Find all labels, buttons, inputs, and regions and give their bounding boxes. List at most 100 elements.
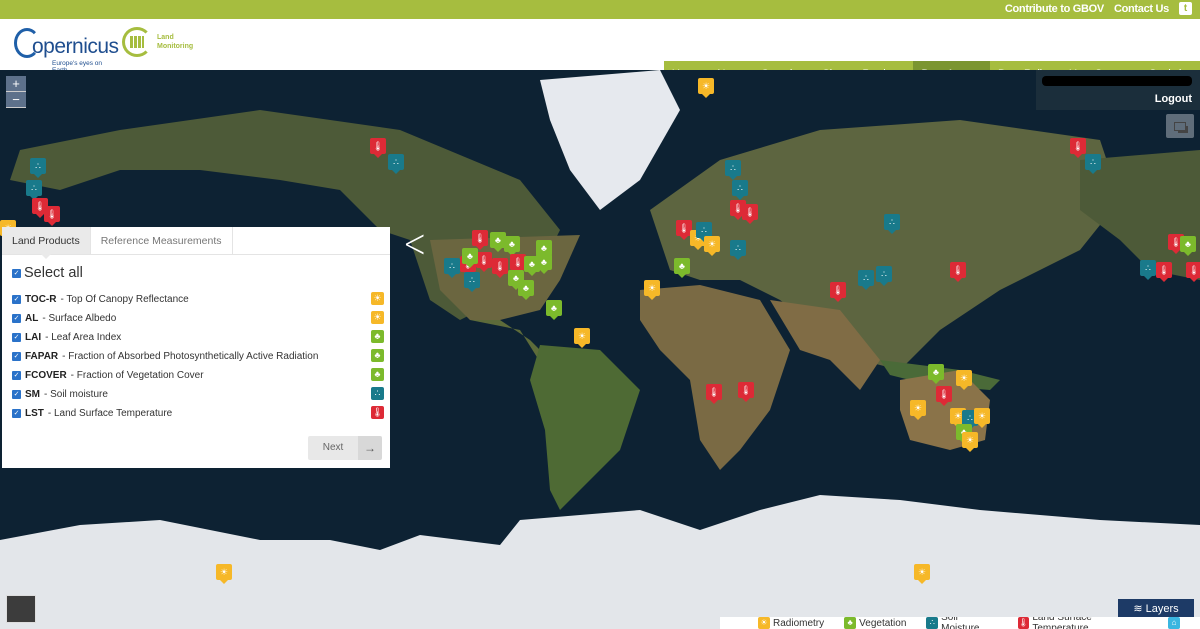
product-code: LAI <box>25 332 42 343</box>
twitter-icon[interactable]: t <box>1179 2 1192 15</box>
product-checkbox[interactable]: ✓ <box>12 409 21 418</box>
map-marker-lst[interactable]: 🌡 <box>706 384 722 404</box>
map-marker-soil[interactable]: ∴ <box>464 272 480 292</box>
product-item-toc-r: ✓ TOC-R - Top Of Canopy Reflectance ☀ <box>12 290 384 309</box>
layers-button[interactable]: ≋ Layers <box>1118 599 1194 619</box>
contribute-link[interactable]: Contribute to GBOV <box>1005 3 1104 15</box>
product-checkbox[interactable]: ✓ <box>12 295 21 304</box>
map-marker-radiometry[interactable]: ☀ <box>644 280 660 300</box>
map-marker-lst[interactable]: 🌡 <box>738 382 754 402</box>
zoom-out-button[interactable]: − <box>6 92 26 108</box>
map-marker-vegetation[interactable]: ♣ <box>1180 236 1196 256</box>
legend-item-lst: 🌡 Land Surface Temperature <box>1017 617 1148 629</box>
product-description: - Leaf Area Index <box>45 332 122 343</box>
map-marker-radiometry[interactable]: ☀ <box>962 432 978 452</box>
next-label: Next <box>308 436 358 460</box>
map-marker-vegetation[interactable]: ♣ <box>518 280 534 300</box>
thermometer-icon: 🌡 <box>371 406 384 419</box>
product-item-lai: ✓ LAI - Leaf Area Index ♣ <box>12 328 384 347</box>
map-marker-radiometry[interactable]: ☀ <box>704 236 720 256</box>
tree-icon: ♣ <box>371 349 384 362</box>
zoom-in-button[interactable]: + <box>6 76 26 92</box>
land-monitoring-logo[interactable]: Land Monitoring <box>122 27 212 63</box>
map-marker-soil[interactable]: ∴ <box>1085 154 1101 174</box>
contact-link[interactable]: Contact Us <box>1114 3 1169 15</box>
product-description: - Land Surface Temperature <box>47 408 173 419</box>
map-marker-lst[interactable]: 🌡 <box>476 252 492 272</box>
map-marker-radiometry[interactable]: ☀ <box>910 400 926 420</box>
map-marker-soil[interactable]: ∴ <box>725 160 741 180</box>
product-description: - Soil moisture <box>44 389 108 400</box>
map-marker-radiometry[interactable]: ☀ <box>974 408 990 428</box>
product-checkbox[interactable]: ✓ <box>12 333 21 342</box>
map-marker-vegetation[interactable]: ♣ <box>536 254 552 274</box>
product-code: FAPAR <box>25 351 59 362</box>
map-marker-radiometry[interactable]: ☀ <box>956 370 972 390</box>
map-marker-soil[interactable]: ∴ <box>858 270 874 290</box>
map-marker-lst[interactable]: 🌡 <box>492 258 508 278</box>
product-checkbox[interactable]: ✓ <box>12 371 21 380</box>
map-marker-lst[interactable]: 🌡 <box>950 262 966 282</box>
header: opernicus Europe's eyes on Earth Land Mon… <box>0 19 1200 89</box>
select-all-checkbox[interactable]: ✓ <box>12 268 21 278</box>
map-marker-soil[interactable]: ∴ <box>388 154 404 174</box>
map-marker-lst[interactable]: 🌡 <box>1186 262 1200 282</box>
world-map[interactable]: + − Logout < ☀ 🌡 ∴ ∴ ∴ 🌡 🌡 ∴ 🌡 🌡 ∴ 🌡 ∴ 🌡… <box>0 70 1200 629</box>
legend-label: Land Surface Temperature <box>1032 617 1092 629</box>
map-marker-lst[interactable]: 🌡 <box>936 386 952 406</box>
screens-toggle-button[interactable] <box>1166 114 1194 138</box>
map-marker-soil[interactable]: ∴ <box>1140 260 1156 280</box>
legend-item-water: ⌂ <box>1168 617 1180 629</box>
tree-icon: ♣ <box>371 330 384 343</box>
product-checkbox[interactable]: ✓ <box>12 352 21 361</box>
chevron-left-icon[interactable]: < <box>403 224 426 264</box>
map-marker-soil[interactable]: ∴ <box>30 158 46 178</box>
droplets-icon: ∴ <box>371 387 384 400</box>
product-checkbox[interactable]: ✓ <box>12 390 21 399</box>
copernicus-logo[interactable]: opernicus Europe's eyes on Earth <box>14 27 119 74</box>
map-marker-lst[interactable]: 🌡 <box>1156 262 1172 282</box>
map-marker-soil[interactable]: ∴ <box>876 266 892 286</box>
land-africa <box>640 285 790 470</box>
map-marker-radiometry[interactable]: ☀ <box>574 328 590 348</box>
map-marker-soil[interactable]: ∴ <box>732 180 748 200</box>
logout-link[interactable]: Logout <box>1155 93 1192 105</box>
map-marker-radiometry[interactable]: ☀ <box>216 564 232 584</box>
product-code: FCOVER <box>25 370 67 381</box>
map-marker-vegetation[interactable]: ♣ <box>674 258 690 278</box>
product-item-fcover: ✓ FCOVER - Fraction of Vegetation Cover … <box>12 366 384 385</box>
product-item-fapar: ✓ FAPAR - Fraction of Absorbed Photosynt… <box>12 347 384 366</box>
redacted-username <box>1042 76 1192 86</box>
map-marker-lst[interactable]: 🌡 <box>370 138 386 158</box>
map-marker-vegetation[interactable]: ♣ <box>546 300 562 320</box>
map-marker-soil[interactable]: ∴ <box>884 214 900 234</box>
legend-item-radiometry: ☀ Radiometry <box>758 617 824 629</box>
map-marker-lst[interactable]: 🌡 <box>830 282 846 302</box>
arrow-right-icon: → <box>358 436 382 460</box>
product-checkbox[interactable]: ✓ <box>12 314 21 323</box>
map-marker-lst[interactable]: 🌡 <box>742 204 758 224</box>
map-marker-lst[interactable]: 🌡 <box>1070 138 1086 158</box>
map-marker-vegetation[interactable]: ♣ <box>504 236 520 256</box>
map-marker-soil[interactable]: ∴ <box>26 180 42 200</box>
map-marker-soil[interactable]: ∴ <box>444 258 460 278</box>
map-square-button[interactable] <box>6 595 36 623</box>
product-description: - Fraction of Vegetation Cover <box>70 370 204 381</box>
tab-reference-measurements[interactable]: Reference Measurements <box>91 227 233 254</box>
products-panel: Land Products Reference Measurements ✓ S… <box>2 227 390 468</box>
screens-icon <box>1174 121 1186 131</box>
map-marker-soil[interactable]: ∴ <box>730 240 746 260</box>
tab-land-products[interactable]: Land Products <box>2 227 91 259</box>
land-logo-bars <box>130 36 144 48</box>
copernicus-logo-text: opernicus <box>32 35 119 58</box>
map-marker-radiometry[interactable]: ☀ <box>914 564 930 584</box>
map-marker-radiometry[interactable]: ☀ <box>698 78 714 98</box>
map-marker-lst[interactable]: 🌡 <box>44 206 60 226</box>
select-all-label[interactable]: Select all <box>24 265 83 281</box>
map-marker-vegetation[interactable]: ♣ <box>462 248 478 268</box>
user-box: Logout <box>1036 70 1200 110</box>
map-marker-lst[interactable]: 🌡 <box>472 230 488 250</box>
map-marker-vegetation[interactable]: ♣ <box>928 364 944 384</box>
product-item-lst: ✓ LST - Land Surface Temperature 🌡 <box>12 404 384 423</box>
next-button[interactable]: Next → <box>308 436 382 460</box>
